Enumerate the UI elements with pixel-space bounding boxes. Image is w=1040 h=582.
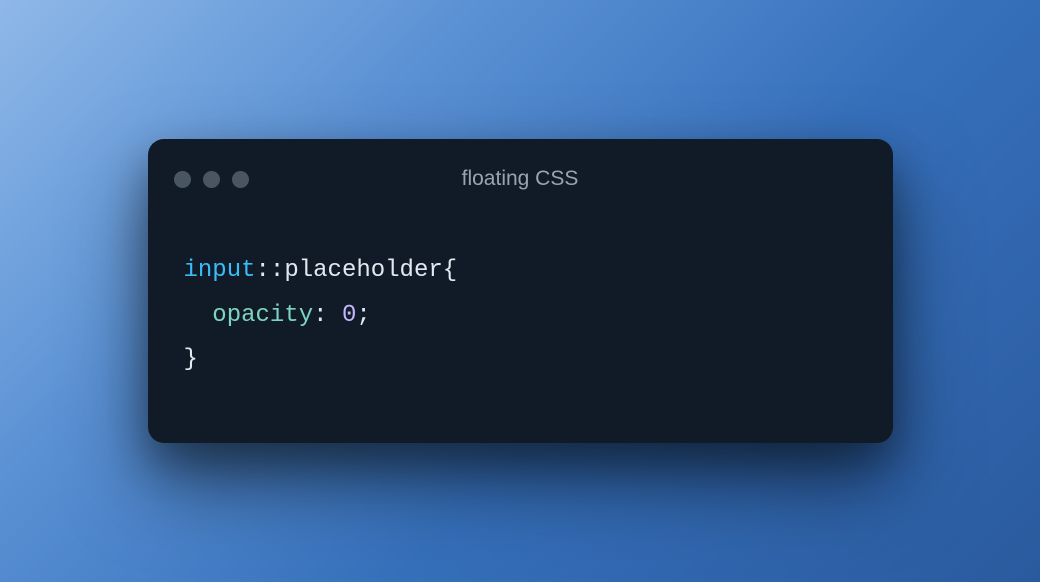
token-value: 0 — [342, 302, 356, 329]
code-editor[interactable]: input::placeholder{ opacity: 0; } — [148, 199, 893, 442]
token-brace-open: { — [443, 257, 457, 284]
window-titlebar: floating CSS — [148, 139, 893, 199]
code-line: } — [184, 338, 857, 382]
token-space — [328, 302, 342, 329]
maximize-icon[interactable] — [232, 171, 249, 188]
token-semicolon: ; — [356, 302, 370, 329]
minimize-icon[interactable] — [203, 171, 220, 188]
close-icon[interactable] — [174, 171, 191, 188]
code-window: floating CSS input::placeholder{ opacity… — [148, 139, 893, 442]
traffic-lights — [174, 171, 249, 188]
token-selector: input — [184, 257, 256, 284]
code-line: input::placeholder{ — [184, 249, 857, 293]
token-brace-close: } — [184, 346, 198, 373]
window-title: floating CSS — [148, 167, 893, 191]
token-property: opacity — [212, 302, 313, 329]
token-colon: : — [313, 302, 327, 329]
token-pseudo-sep: :: — [256, 257, 285, 284]
token-pseudo: placeholder — [284, 257, 442, 284]
code-line: opacity: 0; — [184, 294, 857, 338]
